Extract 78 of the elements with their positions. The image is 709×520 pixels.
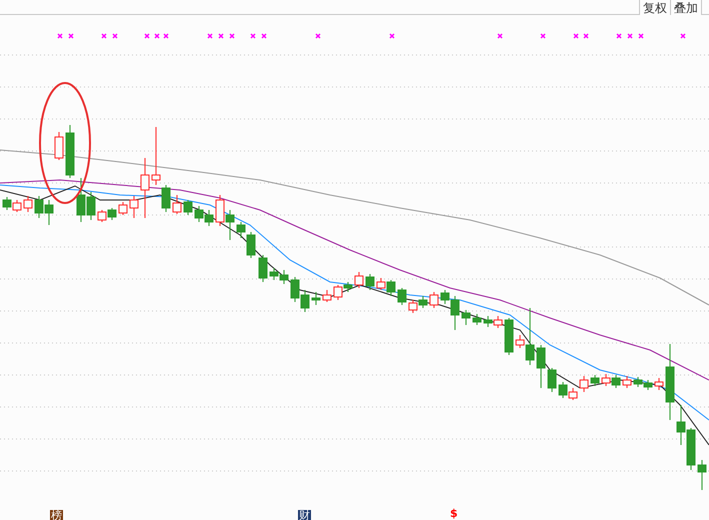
candlestick	[494, 316, 502, 328]
toolbar-button[interactable]: 叠加	[670, 0, 701, 15]
signal-mark-icon	[389, 33, 395, 39]
candlestick	[98, 210, 106, 222]
candlestick	[398, 288, 406, 306]
candlestick	[654, 378, 664, 390]
signal-mark-icon	[497, 33, 503, 39]
candlestick	[644, 380, 652, 390]
signal-mark-icon	[638, 33, 644, 39]
signal-mark-icon	[57, 33, 63, 39]
candlestick	[408, 300, 418, 314]
signal-mark-icon	[573, 33, 579, 39]
candlestick	[140, 158, 150, 218]
signal-mark-icon	[144, 33, 150, 39]
candlestick	[602, 374, 610, 386]
candlestick	[484, 316, 492, 328]
candlestick	[226, 210, 234, 240]
signal-mark-icon	[616, 33, 622, 39]
candlestick	[568, 388, 578, 400]
signal-mark-icon	[112, 33, 118, 39]
candlestick	[686, 428, 696, 470]
signal-mark-icon	[68, 33, 74, 39]
signal-mark-icon	[101, 33, 107, 39]
candlestick	[612, 374, 620, 388]
candlestick	[590, 374, 600, 386]
candlestick	[204, 210, 214, 226]
signal-mark-icon	[315, 33, 321, 39]
candlestick	[366, 274, 374, 290]
signal-mark-icon	[540, 33, 546, 39]
candlestick	[2, 196, 12, 210]
candlestick	[66, 124, 74, 178]
candlestick	[536, 344, 546, 388]
candlestick	[698, 460, 706, 490]
signal-mark-icon	[154, 33, 160, 39]
candlestick	[290, 276, 300, 302]
candlestick	[430, 292, 438, 308]
candlestick	[24, 196, 32, 212]
candlestick	[194, 206, 204, 222]
candlestick	[504, 318, 514, 356]
candlestick	[258, 254, 268, 282]
toolbar-button[interactable]: 复权	[639, 0, 670, 15]
candlestick	[172, 194, 182, 214]
candlestick	[418, 296, 428, 308]
candlestick	[472, 314, 482, 326]
candlestick	[280, 270, 288, 284]
candlestick	[548, 368, 556, 392]
candlestick	[130, 196, 138, 218]
signal-mark-icon	[680, 33, 686, 39]
signal-mark-icon	[627, 33, 633, 39]
candlestick	[312, 292, 320, 306]
candlestick	[580, 376, 588, 392]
candlestick	[558, 382, 568, 398]
candlestick	[216, 194, 224, 226]
candlestick	[184, 200, 192, 216]
candlestick	[386, 280, 396, 296]
candlestick	[300, 290, 310, 312]
candlestick	[376, 278, 386, 290]
candlestick	[54, 132, 64, 160]
candlestick	[462, 310, 470, 326]
candlestick	[676, 404, 686, 446]
signal-mark-icon	[583, 33, 589, 39]
signal-mark-icon	[229, 33, 235, 39]
dollar-marker[interactable]: $	[450, 508, 458, 520]
candlestick	[34, 196, 44, 218]
candlestick	[12, 200, 22, 212]
candlestick	[622, 376, 632, 388]
candlestick	[322, 290, 332, 302]
signal-mark-icon	[218, 33, 224, 39]
signal-mark-icon	[163, 33, 169, 39]
signal-mark-icon	[207, 33, 213, 39]
signal-mark-icon	[261, 33, 267, 39]
candlestick	[270, 268, 278, 280]
candlestick	[118, 202, 128, 216]
candlestick	[44, 200, 54, 226]
candlestick	[634, 376, 642, 388]
candlestick	[108, 208, 116, 220]
candlestick	[354, 272, 364, 288]
signal-mark-icon	[250, 33, 256, 39]
